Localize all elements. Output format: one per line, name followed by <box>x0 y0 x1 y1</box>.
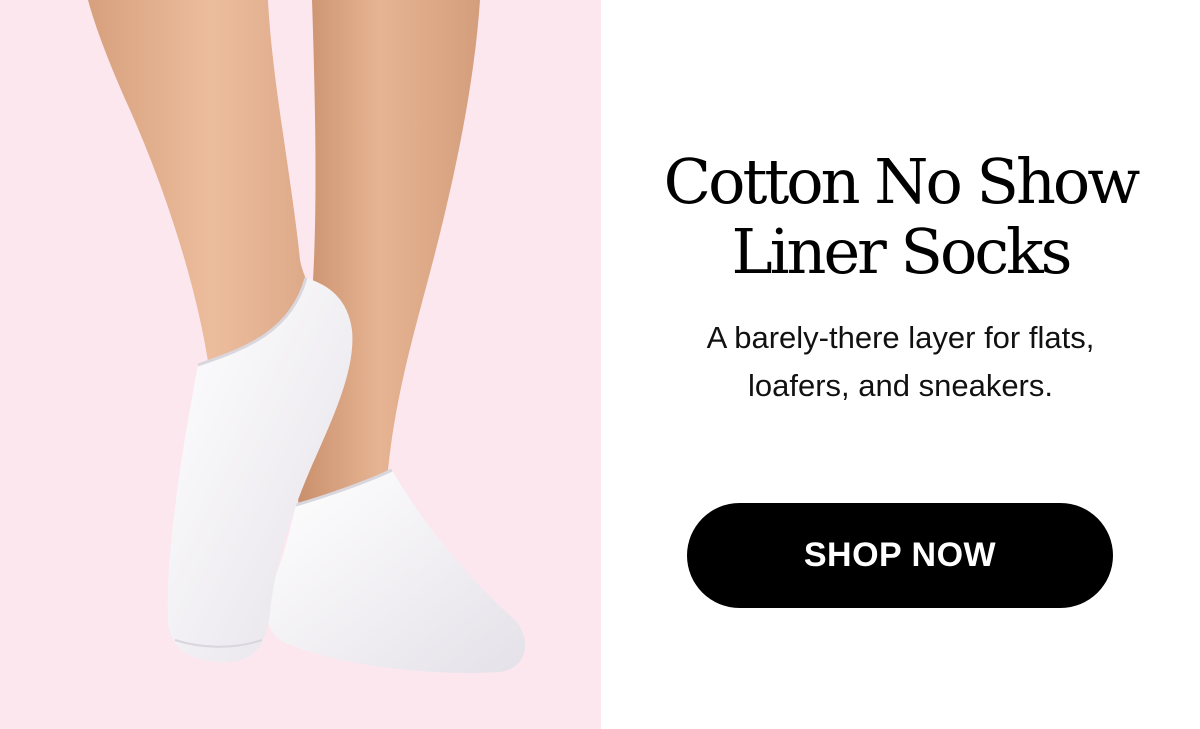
back-leg <box>296 0 480 520</box>
promo-content: Cotton No Show Liner Socks A barely-ther… <box>601 0 1200 729</box>
shop-now-button[interactable]: SHOP NOW <box>687 503 1113 608</box>
headline-line-1: Cotton No Show <box>663 145 1141 218</box>
subhead: A barely-there layer for flats, loafers,… <box>601 314 1200 410</box>
product-photo <box>0 0 601 729</box>
promo-banner: Cotton No Show Liner Socks A barely-ther… <box>0 0 1200 729</box>
headline-line-2: Liner Socks <box>731 215 1073 288</box>
subhead-line-1: A barely-there layer for flats, <box>706 320 1095 355</box>
headline: Cotton No Show Liner Socks <box>601 147 1200 287</box>
legs-socks-illustration <box>88 0 526 673</box>
subhead-line-2: loafers, and sneakers. <box>747 368 1053 403</box>
